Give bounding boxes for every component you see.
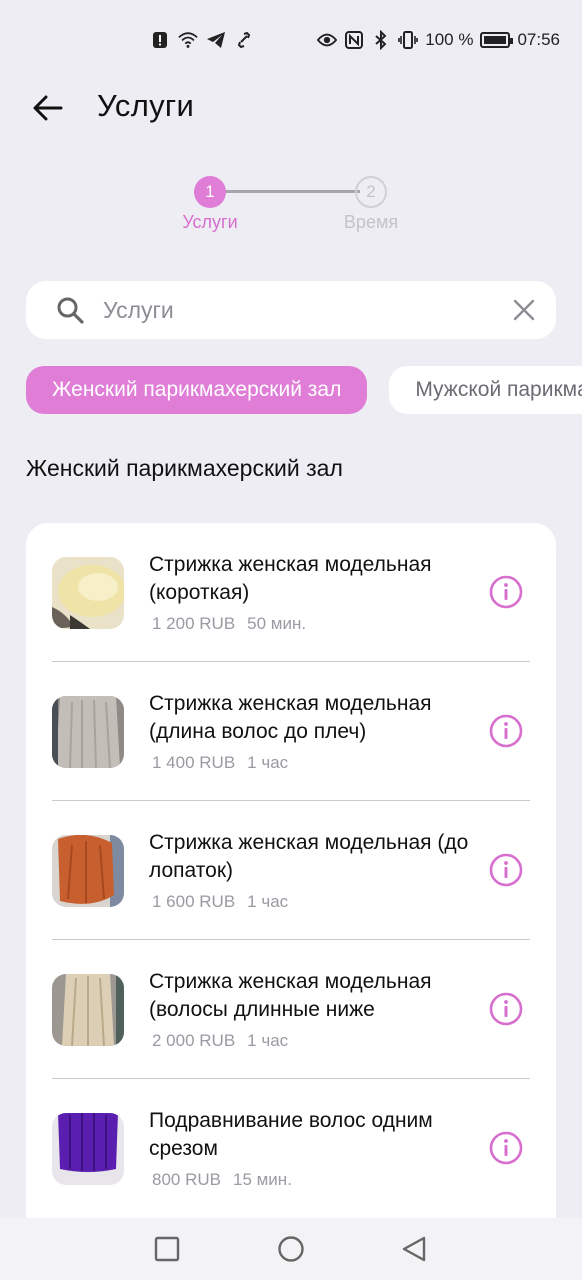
service-name: Стрижка женская модельная (короткая) xyxy=(149,553,432,604)
service-thumbnail xyxy=(52,974,124,1046)
app-header: Услуги xyxy=(0,82,582,134)
nfc-icon xyxy=(344,30,364,50)
clock: 07:56 xyxy=(517,30,560,49)
booking-screen: 100 % 07:56 Услуги 1 Услуги 2 Время Женс… xyxy=(0,0,582,1280)
step-time[interactable]: 2 Время xyxy=(326,176,416,233)
service-name: Стрижка женская модельная (волосы длинны… xyxy=(149,970,432,1021)
category-chip-women[interactable]: Женский парикмахерский зал xyxy=(26,366,368,414)
service-item[interactable]: Стрижка женская модельная (до лопаток) 1… xyxy=(26,801,556,940)
system-nav-bar xyxy=(0,1218,582,1280)
status-bar: 100 % 07:56 xyxy=(0,0,582,82)
battery-icon xyxy=(480,32,514,48)
info-icon[interactable] xyxy=(489,853,523,887)
service-meta: 1 600 RUB 1 час xyxy=(152,892,288,912)
service-price: 1 200 RUB xyxy=(152,614,236,633)
status-left-icons xyxy=(150,30,254,50)
service-price: 800 RUB xyxy=(152,1170,221,1189)
service-item[interactable]: Подравнивание волос одним срезом 800 RUB… xyxy=(26,1079,556,1218)
service-meta: 800 RUB 15 мин. xyxy=(152,1170,292,1190)
service-meta: 1 200 RUB 50 мин. xyxy=(152,614,306,634)
back-nav-icon[interactable] xyxy=(400,1235,428,1263)
service-name: Стрижка женская модельная (до лопаток) xyxy=(149,831,469,882)
home-icon[interactable] xyxy=(277,1235,305,1263)
service-thumbnail xyxy=(52,696,124,768)
service-name: Подравнивание волос одним срезом xyxy=(149,1109,433,1160)
step-label: Услуги xyxy=(182,212,238,232)
service-duration: 50 мин. xyxy=(247,614,307,633)
vibrate-icon xyxy=(398,30,419,50)
status-right-icons: 100 % 07:56 xyxy=(317,30,560,50)
page-title: Услуги xyxy=(97,88,195,123)
info-icon[interactable] xyxy=(489,992,523,1026)
step-number: 2 xyxy=(355,176,387,208)
search-bar xyxy=(26,281,556,339)
service-item[interactable]: Стрижка женская модельная (волосы длинны… xyxy=(26,940,556,1079)
service-price: 1 600 RUB xyxy=(152,892,236,911)
telegram-icon xyxy=(206,30,226,50)
link-icon xyxy=(234,30,254,50)
booking-stepper: 1 Услуги 2 Время xyxy=(0,176,582,236)
service-thumbnail xyxy=(52,557,124,629)
step-number: 1 xyxy=(194,176,226,208)
alert-icon xyxy=(150,30,170,50)
service-duration: 15 мин. xyxy=(232,1170,292,1189)
step-label: Время xyxy=(343,212,399,232)
info-icon[interactable] xyxy=(489,1131,523,1165)
category-filter: Женский парикмахерский зал Мужской парикм… xyxy=(26,366,582,414)
service-duration: 1 час xyxy=(247,892,289,911)
service-thumbnail xyxy=(52,835,124,907)
wifi-icon xyxy=(178,30,198,50)
service-price: 2 000 RUB xyxy=(152,1031,236,1050)
back-button[interactable] xyxy=(30,90,66,126)
service-duration: 1 час xyxy=(247,753,289,772)
eye-icon xyxy=(317,30,338,50)
search-input[interactable] xyxy=(103,295,483,325)
bluetooth-icon xyxy=(371,30,391,50)
service-thumbnail xyxy=(52,1113,124,1185)
category-chip-men[interactable]: Мужской парикмахерский зал xyxy=(389,366,582,414)
service-meta: 2 000 RUB 1 час xyxy=(152,1031,288,1051)
step-services[interactable]: 1 Услуги xyxy=(165,176,255,233)
section-title: Женский парикмахерский зал xyxy=(26,455,343,481)
service-duration: 1 час xyxy=(247,1031,289,1050)
info-icon[interactable] xyxy=(489,575,523,609)
info-icon[interactable] xyxy=(489,714,523,748)
service-meta: 1 400 RUB 1 час xyxy=(152,753,288,773)
close-icon[interactable] xyxy=(512,298,536,322)
search-icon xyxy=(57,297,84,324)
battery-percent: 100 % xyxy=(425,30,474,49)
service-price: 1 400 RUB xyxy=(152,753,236,772)
service-item[interactable]: Стрижка женская модельная (длина волос д… xyxy=(26,662,556,801)
arrow-left-icon xyxy=(33,95,63,121)
service-item[interactable]: Стрижка женская модельная (короткая) 1 2… xyxy=(26,523,556,662)
services-list: Стрижка женская модельная (короткая) 1 2… xyxy=(26,523,556,1243)
service-name: Стрижка женская модельная (длина волос д… xyxy=(149,692,432,743)
recent-apps-icon[interactable] xyxy=(153,1235,181,1263)
